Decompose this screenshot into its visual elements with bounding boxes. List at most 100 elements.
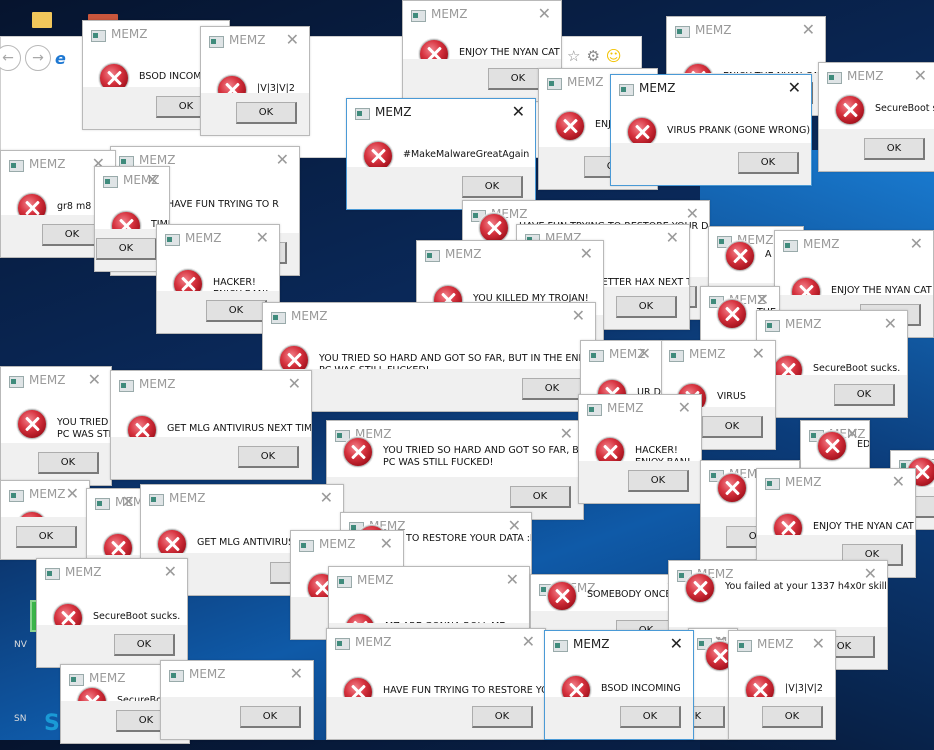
dialog-titlebar[interactable]: MEMZ ✕ — [87, 489, 145, 519]
close-icon[interactable]: ✕ — [290, 664, 303, 683]
dialog-titlebar[interactable]: MEMZ ✕ — [417, 241, 603, 271]
close-icon[interactable]: ✕ — [802, 20, 815, 39]
memz-dialog[interactable]: MEMZ ✕ SecureBoot sucks. OK — [756, 310, 908, 418]
memz-dialog[interactable]: MEMZ ✕ SecureBoot sucks. OK — [818, 62, 934, 172]
close-icon[interactable]: ✕ — [522, 632, 535, 651]
close-icon[interactable]: ✕ — [580, 244, 593, 263]
close-icon[interactable]: ✕ — [288, 374, 301, 393]
ok-button[interactable]: OK — [616, 296, 677, 318]
dialog-titlebar[interactable]: MEMZ ✕ — [327, 629, 545, 659]
memz-dialog[interactable]: MEMZ ✕ |V|3|V|2 OK — [200, 26, 310, 136]
close-icon[interactable]: ✕ — [276, 150, 289, 169]
close-icon[interactable]: ✕ — [286, 30, 299, 49]
ok-button[interactable]: OK — [834, 384, 895, 406]
close-icon[interactable]: ✕ — [666, 228, 679, 247]
close-icon[interactable]: ✕ — [538, 4, 551, 23]
feedback-smiley-icon[interactable]: ☺ — [606, 47, 622, 65]
ok-button[interactable]: OK — [236, 102, 297, 124]
dialog-titlebar[interactable]: MEMZ ✕ — [757, 469, 915, 499]
ok-button[interactable]: OK — [628, 470, 689, 492]
close-icon[interactable]: ✕ — [678, 398, 691, 417]
ok-button[interactable]: OK — [96, 238, 157, 260]
ok-button[interactable]: OK — [114, 634, 175, 656]
folder-icon[interactable] — [32, 12, 52, 28]
dialog-titlebar[interactable]: MEMZ ✕ — [329, 567, 529, 597]
dialog-titlebar[interactable]: MEMZ ✕ — [141, 485, 343, 515]
memz-dialog[interactable]: MEMZ ✕ SecureBoot sucks. OK — [160, 660, 314, 740]
close-icon[interactable]: ✕ — [512, 102, 525, 121]
dialog-titlebar[interactable]: MEMZ ✕ — [263, 303, 595, 333]
ok-button[interactable]: OK — [238, 446, 299, 468]
dialog-titlebar[interactable]: MEMZ ✕ — [1, 367, 111, 397]
memz-dialog[interactable]: MEMZ ✕ HACKER! ENJOY BAN! OK — [578, 394, 702, 504]
close-icon[interactable]: ✕ — [910, 234, 923, 253]
memz-dialog[interactable]: MEMZ ✕ YOU TRIED SO HARD AND GOT SO FAR,… — [262, 302, 596, 412]
close-icon[interactable]: ✕ — [892, 472, 905, 491]
dialog-titlebar[interactable]: MEMZ ✕ — [157, 225, 279, 255]
dialog-titlebar[interactable]: MEMZ ✕ — [545, 631, 693, 661]
close-icon[interactable]: ✕ — [670, 634, 683, 653]
close-icon[interactable]: ✕ — [66, 484, 79, 503]
ok-button[interactable]: OK — [620, 706, 681, 728]
memz-dialog[interactable]: MEMZ ✕ I WARNED OK — [0, 480, 90, 560]
ok-button[interactable]: OK — [864, 138, 925, 160]
dialog-titlebar[interactable]: MEMZ ✕ — [95, 167, 169, 197]
dialog-titlebar[interactable]: MEMZ ✕ — [111, 371, 311, 401]
close-icon[interactable]: ✕ — [812, 634, 825, 653]
close-icon[interactable]: ✕ — [884, 314, 897, 333]
ok-button[interactable]: OK — [762, 706, 823, 728]
close-icon[interactable]: ✕ — [752, 344, 765, 363]
dialog-titlebar[interactable]: MEMZ ✕ — [581, 341, 661, 371]
memz-dialog[interactable]: MEMZ ✕ BSOD INCOMING OK — [544, 630, 694, 740]
ok-button[interactable]: OK — [738, 152, 799, 174]
forward-button[interactable]: → — [25, 45, 51, 71]
dialog-titlebar[interactable]: MEMZ ✕ — [403, 1, 561, 31]
memz-dialog[interactable]: MEMZ ✕ HAVE FUN TRYING TO RESTORE YOUR D… — [326, 628, 546, 740]
memz-dialog[interactable]: MEMZ ✕ YOU TRIED SO HARD A PC WAS STILL … — [0, 366, 112, 486]
dialog-titlebar[interactable]: MEMZ ✕ — [819, 63, 934, 93]
close-icon[interactable]: ✕ — [572, 306, 585, 325]
close-icon[interactable]: ✕ — [560, 424, 573, 443]
dialog-titlebar[interactable]: MEMZ ✕ — [757, 311, 907, 341]
ok-button[interactable]: OK — [510, 486, 571, 508]
close-icon[interactable]: ✕ — [88, 370, 101, 389]
dialog-titlebar[interactable]: MEMZ ✕ — [661, 341, 775, 371]
close-icon[interactable]: ✕ — [914, 66, 927, 85]
close-icon[interactable]: ✕ — [506, 570, 519, 589]
back-button[interactable]: ← — [0, 45, 21, 71]
close-icon[interactable]: ✕ — [256, 228, 269, 247]
ok-button[interactable]: OK — [702, 416, 763, 438]
dialog-titlebar[interactable]: MEMZ ✕ — [579, 395, 701, 425]
close-icon[interactable]: ✕ — [638, 344, 651, 363]
dialog-titlebar[interactable]: MEMZ ✕ — [347, 99, 535, 129]
dialog-titlebar[interactable]: MEMZ ✕ — [161, 661, 313, 691]
favorites-star-icon[interactable]: ☆ — [567, 47, 580, 65]
memz-dialog[interactable]: MEMZ ✕ |V|3|V|2 OK — [728, 630, 836, 740]
dialog-titlebar[interactable]: MEMZ ✕ — [37, 559, 187, 589]
close-icon[interactable]: ✕ — [320, 488, 333, 507]
dialog-titlebar[interactable]: MEMZ ✕ — [201, 27, 309, 57]
ok-button[interactable]: OK — [522, 378, 583, 400]
dialog-titlebar[interactable]: MEMZ ✕ — [667, 17, 825, 47]
dialog-titlebar[interactable]: MEMZ ✕ — [611, 75, 811, 105]
close-icon[interactable]: ✕ — [380, 534, 393, 553]
memz-dialog[interactable]: MEMZ ✕ GET MLG ANTIVIRUS NEXT TIME OK — [110, 370, 312, 480]
dialog-titlebar[interactable]: MEMZ ✕ — [775, 231, 933, 261]
ok-button[interactable]: OK — [38, 452, 99, 474]
close-icon[interactable]: ✕ — [146, 170, 159, 189]
ok-button[interactable]: OK — [206, 300, 267, 322]
close-icon[interactable]: ✕ — [122, 492, 135, 511]
settings-gear-icon[interactable]: ⚙ — [586, 47, 599, 65]
close-icon[interactable]: ✕ — [164, 562, 177, 581]
memz-dialog[interactable]: MEMZ ✕ #MakeMalwareGreatAgain OK — [346, 98, 536, 210]
memz-dialog[interactable]: MEMZ ✕ YOU TRIED SO HARD AND GOT SO FAR,… — [326, 420, 584, 520]
dialog-titlebar[interactable]: MEMZ ✕ — [291, 531, 403, 561]
ok-button[interactable]: OK — [240, 706, 301, 728]
dialog-titlebar[interactable]: MEMZ ✕ — [729, 631, 835, 661]
ok-button[interactable]: OK — [472, 706, 533, 728]
close-icon[interactable]: ✕ — [788, 78, 801, 97]
memz-dialog[interactable]: MEMZ ✕ VIRUS PRANK (GONE WRONG) OK — [610, 74, 812, 186]
dialog-titlebar[interactable]: MEMZ ✕ — [1, 481, 89, 511]
ok-button[interactable]: OK — [16, 526, 77, 548]
ok-button[interactable]: OK — [462, 176, 523, 198]
